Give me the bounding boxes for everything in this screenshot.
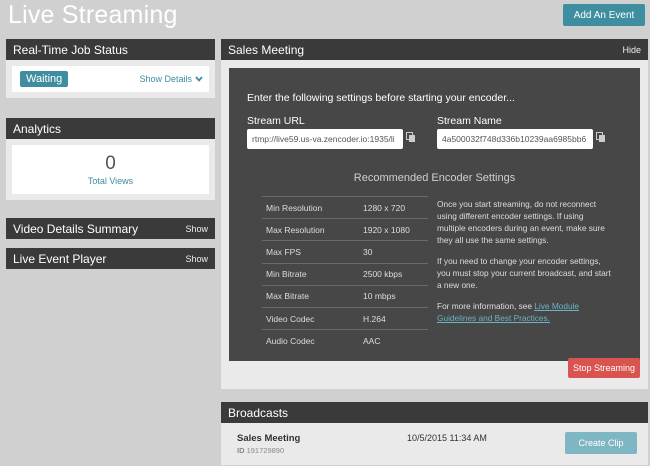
job-status-row: Waiting Show Details	[12, 66, 209, 92]
total-views-box: 0 Total Views	[12, 145, 209, 194]
live-player-show-link[interactable]: Show	[185, 254, 208, 264]
copy-icon[interactable]	[406, 132, 416, 143]
show-details-link[interactable]: Show Details	[139, 74, 203, 84]
stream-url-label: Stream URL	[247, 115, 305, 127]
stop-streaming-button[interactable]: Stop Streaming	[568, 358, 640, 378]
video-details-show-link[interactable]: Show	[185, 224, 208, 234]
analytics-header: Analytics	[6, 118, 215, 139]
table-row: Audio Codec AAC	[262, 330, 428, 352]
note-change-settings: If you need to change your encoder setti…	[437, 256, 611, 290]
table-row: Max Resolution 1920 x 1080	[262, 218, 428, 242]
analytics-panel: Analytics 0 Total Views	[6, 118, 215, 200]
encoder-notes: Once you start streaming, do not reconne…	[437, 198, 613, 333]
hide-link[interactable]: Hide	[622, 45, 641, 55]
status-badge: Waiting	[20, 71, 69, 87]
create-clip-button[interactable]: Create Clip	[565, 432, 637, 454]
stream-url-field[interactable]: rtmp://live59.us-va.zencoder.io:1935/li	[247, 129, 403, 149]
encoder-intro: Enter the following settings before star…	[247, 92, 515, 104]
setting-label: Audio Codec	[266, 335, 315, 346]
stream-name-label: Stream Name	[437, 115, 502, 127]
add-event-button[interactable]: Add An Event	[563, 4, 645, 26]
event-title: Sales Meeting	[228, 42, 305, 57]
setting-label: Video Codec	[262, 307, 358, 331]
video-details-panel: Video Details Summary Show	[6, 218, 215, 239]
note-more-info: For more information, see Live Module Gu…	[437, 300, 613, 324]
live-player-header[interactable]: Live Event Player Show	[6, 248, 215, 269]
analytics-card: 0 Total Views	[6, 139, 215, 200]
setting-label: Max Bitrate	[262, 285, 358, 308]
stream-name-field[interactable]: 4a500032f748d336b10239aa6985bb6	[437, 129, 593, 149]
job-status-header: Real-Time Job Status	[6, 39, 215, 60]
broadcast-item: Sales Meeting ID 191729890 10/5/2015 11:…	[221, 423, 648, 465]
live-player-panel: Live Event Player Show	[6, 248, 215, 269]
broadcast-id: ID 191729890	[237, 446, 284, 455]
event-header: Sales Meeting Hide	[221, 39, 648, 60]
broadcast-id-value: 191729890	[246, 446, 285, 455]
broadcast-name: Sales Meeting	[237, 433, 301, 444]
job-status-panel: Real-Time Job Status Waiting Show Detail…	[6, 39, 215, 98]
total-views-label: Total Views	[87, 175, 134, 186]
analytics-title: Analytics	[13, 121, 62, 136]
table-row: Max Bitrate 10 mbps	[262, 285, 428, 308]
live-player-title: Live Event Player	[13, 251, 107, 266]
setting-value: 1920 x 1080	[358, 218, 428, 242]
setting-value: AAC	[363, 335, 381, 346]
event-body: Enter the following settings before star…	[221, 60, 648, 389]
setting-label: Min Resolution	[262, 195, 358, 220]
broadcasts-header: Broadcasts	[221, 402, 648, 423]
show-details-label: Show Details	[139, 74, 192, 84]
video-details-title: Video Details Summary	[13, 221, 139, 236]
chevron-down-icon	[195, 76, 203, 82]
note-reconnect: Once you start streaming, do not reconne…	[437, 199, 605, 245]
total-views-value: 0	[105, 152, 116, 174]
setting-value: 1280 x 720	[358, 195, 428, 220]
table-row: Max FPS 30	[262, 240, 428, 264]
encoder-settings-box: Enter the following settings before star…	[229, 68, 640, 361]
note-more-info-prefix: For more information, see	[437, 301, 535, 311]
job-status-card: Waiting Show Details	[6, 60, 215, 98]
broadcast-id-label: ID	[237, 446, 245, 455]
setting-value: 30	[358, 240, 428, 264]
setting-label: Max FPS	[262, 240, 358, 264]
setting-label: Min Bitrate	[262, 263, 358, 286]
event-panel: Sales Meeting Hide Enter the following s…	[221, 39, 648, 389]
table-row: Min Resolution 1280 x 720	[262, 195, 428, 220]
broadcasts-title: Broadcasts	[228, 405, 289, 420]
job-status-title: Real-Time Job Status	[13, 42, 128, 57]
encoder-settings-table: Min Resolution 1280 x 720 Max Resolution 1…	[262, 195, 428, 352]
table-row: Min Bitrate 2500 kbps	[262, 263, 428, 286]
broadcast-date: 10/5/2015 11:34 AM	[407, 433, 487, 443]
recommended-settings-title: Recommended Encoder Settings	[353, 172, 516, 184]
setting-label: Max Resolution	[262, 218, 358, 242]
page-title: Live Streaming	[8, 1, 178, 29]
copy-icon[interactable]	[596, 132, 606, 143]
video-details-header[interactable]: Video Details Summary Show	[6, 218, 215, 239]
setting-value: 10 mbps	[358, 285, 428, 308]
broadcasts-panel: Broadcasts Sales Meeting ID 191729890 10…	[221, 402, 648, 465]
setting-value: 2500 kbps	[358, 263, 428, 286]
setting-value: H.264	[358, 307, 428, 331]
table-row: Video Codec H.264	[262, 307, 428, 331]
